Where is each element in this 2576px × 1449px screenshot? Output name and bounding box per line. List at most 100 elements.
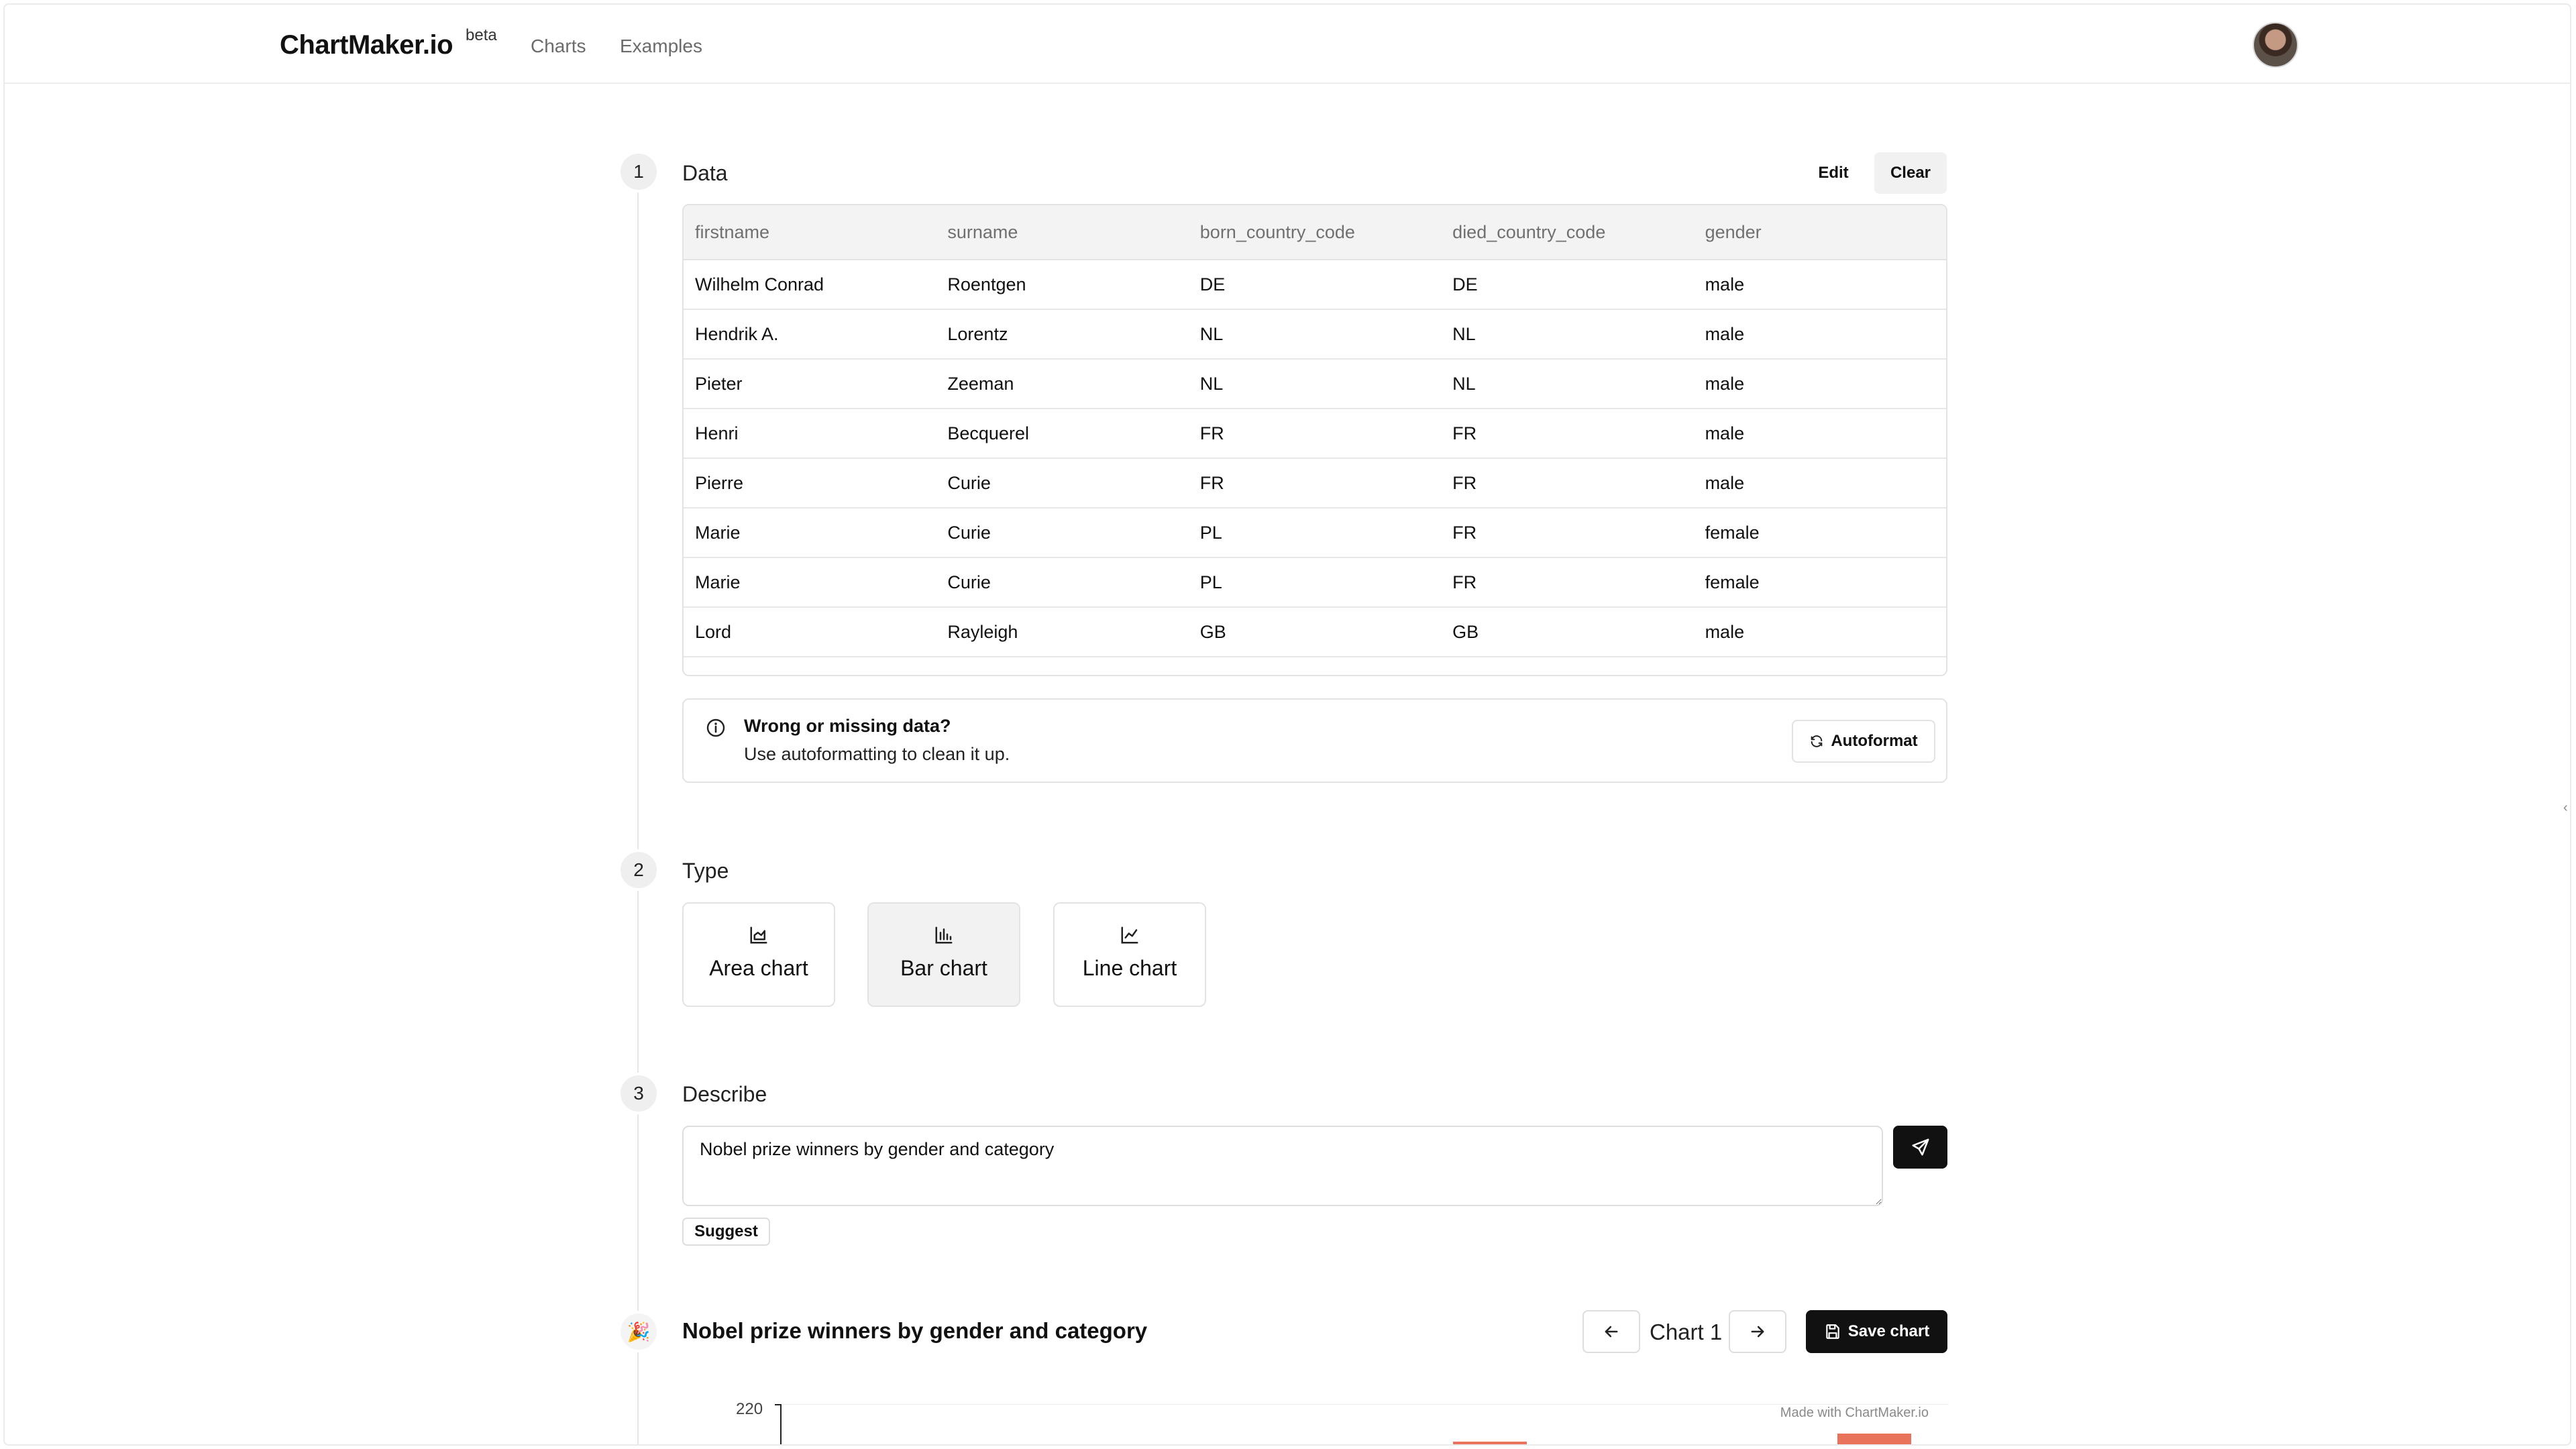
table-cell: male [1693, 309, 1946, 360]
logo[interactable]: ChartMaker.io [280, 30, 453, 60]
edit-data-button[interactable]: Edit [1803, 152, 1864, 194]
column-header: firstname [684, 205, 936, 260]
nav-link-examples[interactable]: Examples [620, 36, 702, 57]
table-row[interactable]: Henri Becquerel FR FR male [684, 409, 1946, 459]
table-row[interactable]: Marie Curie PL FR female [684, 508, 1946, 558]
step-number-type: 2 [618, 849, 659, 891]
send-icon [1912, 1138, 1929, 1156]
autoformat-button[interactable]: Autoformat [1792, 720, 1935, 763]
table-cell: NL [1188, 359, 1442, 409]
table-cell: Rayleigh [936, 607, 1189, 657]
column-header: surname [936, 205, 1189, 260]
chart-type-label: Bar chart [900, 956, 987, 980]
notice-body: Use autoformatting to clean it up. [744, 744, 1010, 764]
table-cell: male [1693, 458, 1946, 508]
table-cell [1441, 657, 1694, 675]
table-cell: FR [1441, 557, 1694, 608]
table-cell: Marie [684, 508, 936, 558]
chart-type-label: Area chart [709, 956, 808, 980]
table-cell: Zeeman [936, 359, 1189, 409]
table-row[interactable]: Hendrik A. Lorentz NL NL male [684, 309, 1946, 360]
table-row[interactable]: Pieter Zeeman NL NL male [684, 359, 1946, 409]
data-table[interactable]: firstname surname born_country_code died… [682, 204, 1947, 676]
chart-preview: 220 Made with ChartMaker.io [709, 1393, 1950, 1444]
step-title-type: Type [682, 859, 729, 883]
chart-type-label: Line chart [1082, 956, 1177, 980]
table-cell [684, 657, 936, 675]
send-button[interactable] [1893, 1126, 1947, 1169]
chart-watermark: Made with ChartMaker.io [1780, 1405, 1929, 1420]
table-cell: male [1693, 260, 1946, 310]
step-number-describe: 3 [618, 1073, 659, 1114]
line-chart-icon [1121, 926, 1138, 944]
info-icon [706, 718, 725, 737]
suggest-button[interactable]: Suggest [682, 1218, 770, 1246]
notice-title: Wrong or missing data? [744, 716, 951, 736]
table-cell: FR [1188, 409, 1442, 459]
save-chart-button[interactable]: Save chart [1806, 1310, 1947, 1353]
table-cell: female [1693, 557, 1946, 608]
table-row[interactable]: Wilhelm Conrad Roentgen DE DE male [684, 260, 1946, 310]
step-rail [637, 172, 639, 1444]
table-row[interactable]: Pierre Curie FR FR male [684, 458, 1946, 508]
bar-chart-icon [935, 926, 953, 944]
chart-index-label: Chart 1 [1650, 1320, 1723, 1344]
clear-data-button[interactable]: Clear [1874, 152, 1947, 194]
table-row-partially-visible[interactable] [684, 657, 1946, 675]
table-cell: Marie [684, 557, 936, 608]
table-row[interactable]: Lord Rayleigh GB GB male [684, 607, 1946, 657]
table-cell: male [1693, 409, 1946, 459]
step-title-describe: Describe [682, 1082, 767, 1106]
app-window: ChartMaker.io beta Charts Examples 1 Dat… [3, 3, 2571, 1446]
column-header: gender [1693, 205, 1946, 260]
chart-type-bar[interactable]: Bar chart [867, 902, 1020, 1007]
resize-handle-icon[interactable]: ‹ [2563, 800, 2570, 823]
table-cell: PL [1188, 508, 1442, 558]
table-cell: Pieter [684, 359, 936, 409]
table-cell [936, 657, 1189, 675]
table-cell: NL [1441, 309, 1694, 360]
table-cell: Wilhelm Conrad [684, 260, 936, 310]
y-axis [780, 1404, 782, 1444]
table-cell: Pierre [684, 458, 936, 508]
table-cell: NL [1188, 309, 1442, 360]
area-chart-icon [750, 926, 767, 944]
table-header-row: firstname surname born_country_code died… [684, 205, 1946, 260]
chart-title: Nobel prize winners by gender and catego… [682, 1318, 1148, 1343]
user-avatar[interactable] [2253, 22, 2298, 68]
party-popper-icon: 🎉 [618, 1311, 659, 1352]
step-number-data: 1 [618, 151, 659, 193]
table-cell: FR [1441, 409, 1694, 459]
table-cell: Curie [936, 557, 1189, 608]
table-cell: FR [1441, 458, 1694, 508]
autoformat-label: Autoformat [1831, 732, 1918, 750]
table-cell: FR [1188, 458, 1442, 508]
table-cell: GB [1188, 607, 1442, 657]
top-navigation-bar: ChartMaker.io beta Charts Examples [5, 5, 2570, 84]
chart-gridline [782, 1404, 1949, 1405]
table-cell: female [1693, 508, 1946, 558]
table-cell: Curie [936, 508, 1189, 558]
table-cell: male [1693, 359, 1946, 409]
table-cell: PL [1188, 557, 1442, 608]
next-chart-button[interactable] [1729, 1310, 1786, 1353]
table-cell: GB [1441, 607, 1694, 657]
table-row[interactable]: Marie Curie PL FR female [684, 557, 1946, 608]
data-warning-notice: Wrong or missing data? Use autoformattin… [682, 698, 1947, 783]
refresh-icon [1811, 735, 1823, 747]
save-icon [1826, 1324, 1839, 1339]
beta-badge: beta [466, 26, 497, 44]
chart-type-line[interactable]: Line chart [1053, 902, 1206, 1007]
nav-link-charts[interactable]: Charts [531, 36, 586, 57]
table-cell: Henri [684, 409, 936, 459]
previous-chart-button[interactable] [1582, 1310, 1640, 1353]
y-tick-label: 220 [736, 1400, 763, 1418]
table-cell: Lord [684, 607, 936, 657]
column-header: born_country_code [1188, 205, 1442, 260]
chart-type-area[interactable]: Area chart [682, 902, 835, 1007]
describe-input[interactable] [682, 1126, 1883, 1206]
table-cell [1188, 657, 1442, 675]
column-header: died_country_code [1441, 205, 1694, 260]
arrow-left-icon [1605, 1326, 1618, 1338]
table-cell: Becquerel [936, 409, 1189, 459]
